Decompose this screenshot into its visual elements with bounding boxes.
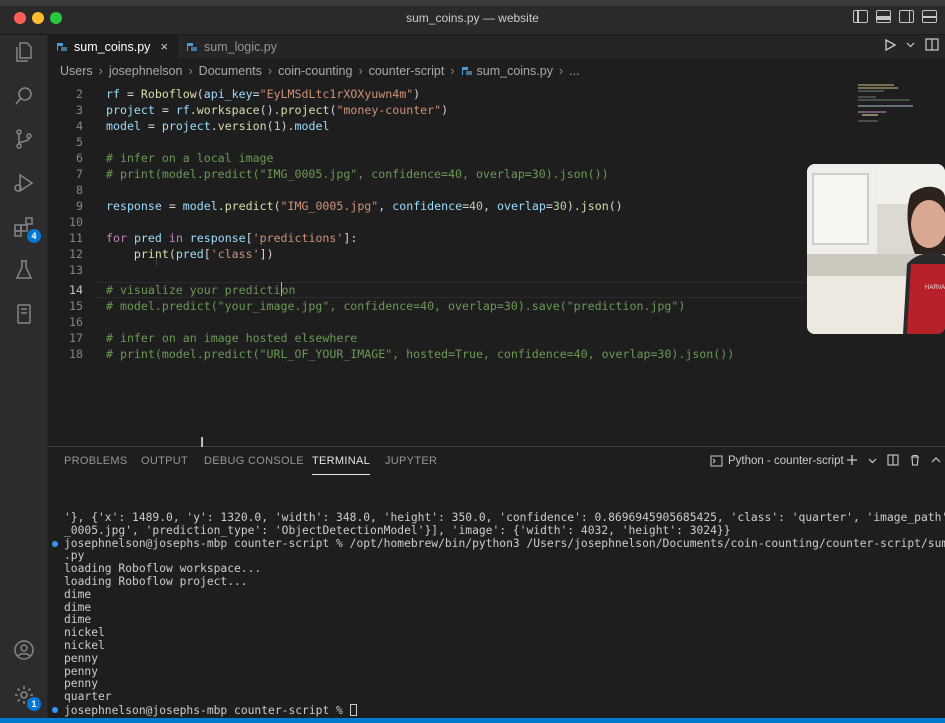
text-cursor-pointer: Ⅰ — [200, 434, 205, 450]
close-tab-icon[interactable]: × — [160, 39, 168, 54]
chevron-down-icon[interactable] — [906, 40, 915, 49]
breadcrumb-separator: › — [98, 64, 103, 78]
split-terminal-icon[interactable] — [887, 454, 899, 466]
new-terminal-icon[interactable] — [846, 454, 858, 466]
tab-output[interactable]: OUTPUT — [141, 455, 188, 467]
tab-terminal[interactable]: TERMINAL — [312, 455, 371, 475]
chevron-down-icon[interactable] — [868, 456, 877, 465]
tab-label: sum_logic.py — [204, 39, 277, 54]
toggle-panel-icon[interactable] — [876, 10, 891, 23]
terminal-line: nickel — [64, 639, 105, 652]
terminal-line: '}, {'x': 1489.0, 'y': 1320.0, 'width': … — [64, 511, 945, 524]
terminal-prompt: josephnelson@josephs-mbp counter-script … — [64, 704, 350, 717]
browser-tab-strip — [0, 0, 945, 6]
activity-bar: 4 1 — [0, 35, 48, 723]
terminal-icon — [710, 455, 723, 467]
text-caret — [280, 282, 282, 296]
trash-icon[interactable] — [909, 454, 921, 466]
command-status-dot[interactable] — [52, 541, 58, 547]
code-line[interactable]: 4 model = project.version(1).model — [48, 118, 808, 134]
breadcrumb-item[interactable]: sum_coins.py — [477, 64, 553, 78]
code-line-current[interactable]: 14 # visualize your prediction — [48, 282, 808, 298]
code-line[interactable]: 9 response = model.predict("IMG_0005.jpg"… — [48, 198, 808, 214]
breadcrumb-separator: › — [188, 64, 193, 78]
breadcrumb-separator: › — [450, 64, 455, 78]
code-line[interactable]: 18 # print(model.predict("URL_OF_YOUR_IMA… — [48, 346, 808, 362]
breadcrumb-item[interactable]: ... — [569, 64, 579, 78]
toggle-secondary-sidebar-icon[interactable] — [899, 10, 914, 23]
command-status-dot[interactable] — [52, 707, 58, 713]
code-line[interactable]: 5 — [48, 134, 808, 150]
run-python-file-icon[interactable] — [884, 38, 896, 51]
breadcrumb-item[interactable]: josephnelson — [109, 64, 183, 78]
python-file-icon — [461, 67, 472, 75]
bottom-panel: PROBLEMS OUTPUT DEBUG CONSOLE TERMINAL J… — [48, 446, 945, 718]
terminal-line: penny — [64, 651, 99, 665]
breadcrumb-item[interactable]: coin-counting — [278, 64, 352, 78]
webcam-overlay: HARVARD — [807, 164, 945, 334]
toggle-primary-sidebar-icon[interactable] — [853, 10, 868, 23]
remote-explorer-icon[interactable] — [12, 302, 36, 326]
testing-icon[interactable] — [12, 258, 36, 282]
run-debug-icon[interactable] — [12, 171, 36, 195]
terminal-line: loading Roboflow project... — [64, 575, 248, 588]
tab-problems[interactable]: PROBLEMS — [64, 455, 128, 467]
tab-jupyter[interactable]: JUPYTER — [385, 455, 437, 467]
code-line[interactable]: 6 # infer on a local image — [48, 150, 808, 166]
extensions-badge: 4 — [27, 229, 41, 243]
settings-gear-icon[interactable]: 1 — [12, 683, 41, 711]
python-file-icon — [187, 42, 197, 51]
breadcrumb-separator: › — [358, 64, 363, 78]
tab-sum-coins[interactable]: sum_coins.py × — [48, 35, 178, 58]
window-title: sum_coins.py — website — [406, 11, 539, 25]
breadcrumb-item[interactable]: Documents — [199, 64, 262, 78]
tab-label: sum_coins.py — [74, 39, 151, 54]
code-line[interactable]: 13 — [48, 262, 808, 278]
code-line[interactable]: 3 project = rf.workspace().project("money… — [48, 102, 808, 118]
terminal-name: Python - counter-script — [728, 455, 844, 467]
code-line[interactable]: 10 — [48, 214, 808, 230]
code-line[interactable]: 7 # print(model.predict("IMG_0005.jpg", c… — [48, 166, 808, 182]
code-line[interactable]: 2 rf = Roboflow(api_key="EyLMSdLtc1rXOXyu… — [48, 86, 808, 102]
breadcrumb: Users › josephnelson › Documents › coin-… — [48, 60, 945, 82]
accounts-icon[interactable] — [12, 638, 36, 662]
editor-tab-bar: sum_coins.py × sum_logic.py — [48, 35, 945, 58]
terminal-line: _0005.jpg', 'prediction_type': 'ObjectDe… — [64, 523, 731, 537]
code-line[interactable]: 15 # model.predict("your_image.jpg", conf… — [48, 298, 808, 314]
chevron-up-icon[interactable] — [931, 455, 941, 465]
code-line[interactable]: 11 for pred in response['predictions']: — [48, 230, 808, 246]
code-line[interactable]: 8 — [48, 182, 808, 198]
code-line[interactable]: 17 # infer on an image hosted elsewhere — [48, 330, 808, 346]
split-editor-icon[interactable] — [925, 38, 939, 51]
breadcrumb-separator: › — [267, 64, 273, 78]
explorer-icon[interactable] — [12, 40, 36, 64]
minimap[interactable] — [858, 84, 918, 124]
tab-debug-console[interactable]: DEBUG CONSOLE — [204, 455, 304, 467]
settings-badge: 1 — [27, 697, 41, 711]
terminal-prompt-line[interactable]: josephnelson@josephs-mbp counter-script … — [64, 704, 357, 718]
svg-text:HARVARD: HARVARD — [925, 285, 945, 291]
breadcrumb-separator: › — [558, 64, 564, 78]
customize-layout-icon[interactable] — [922, 10, 937, 23]
terminal-line: quarter — [64, 690, 112, 704]
title-bar: sum_coins.py — website — [0, 0, 945, 35]
terminal-cursor — [349, 704, 357, 716]
breadcrumb-item[interactable]: Users — [60, 64, 93, 78]
extensions-icon[interactable]: 4 — [12, 215, 41, 243]
breadcrumb-item[interactable]: counter-script — [369, 64, 445, 78]
code-line[interactable]: 16 — [48, 314, 808, 330]
source-control-icon[interactable] — [12, 127, 36, 151]
status-bar — [0, 718, 945, 723]
python-file-icon — [57, 42, 67, 51]
code-line[interactable]: 12 print(pred['class']) — [48, 246, 808, 262]
search-icon[interactable] — [12, 84, 36, 108]
terminal-select[interactable]: Python - counter-script — [710, 455, 844, 467]
terminal-line: dime — [64, 587, 92, 601]
terminal-line: josephnelson@josephs-mbp counter-script … — [64, 536, 945, 550]
tab-sum-logic[interactable]: sum_logic.py — [178, 35, 308, 58]
